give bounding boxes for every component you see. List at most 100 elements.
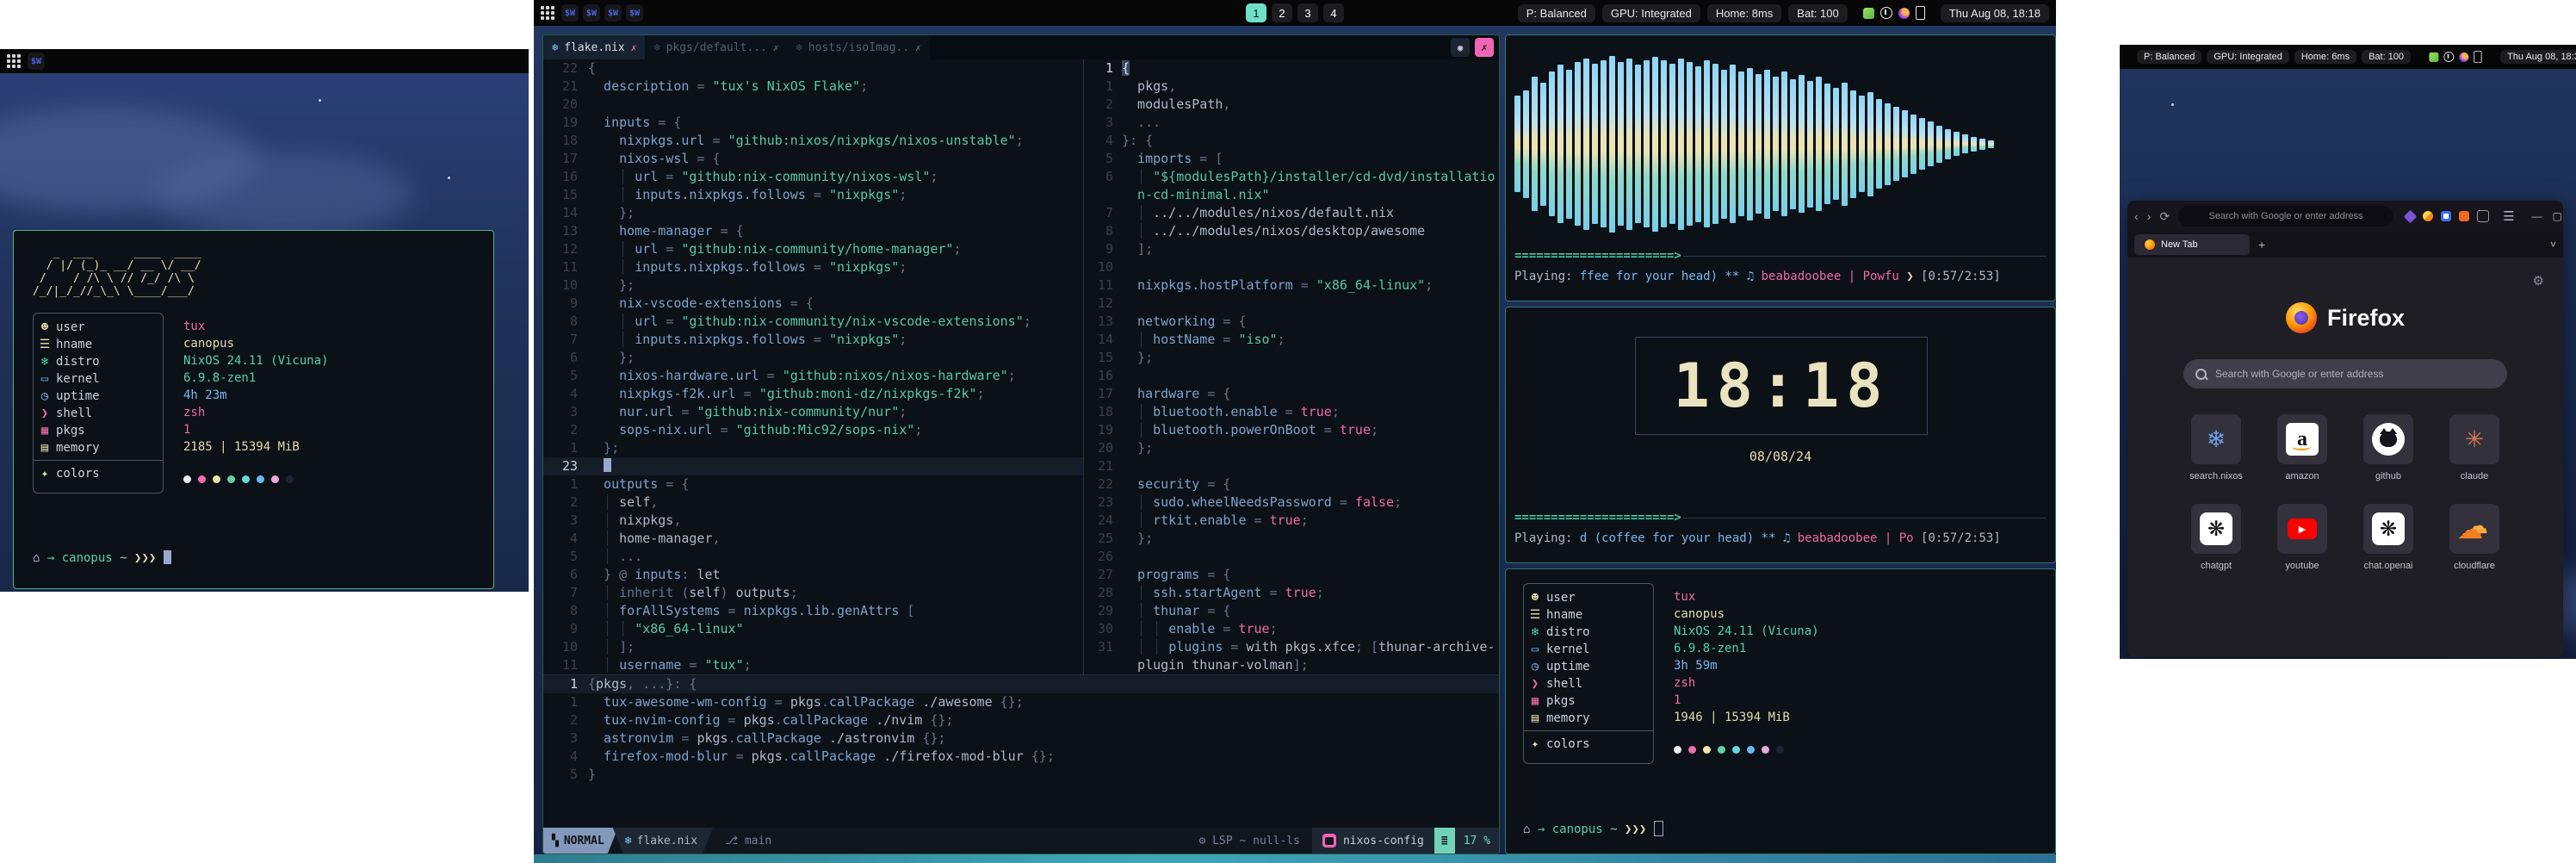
shortcut-chatgpt[interactable]: ❋chatgpt: [2179, 504, 2253, 571]
menu-button[interactable]: ☰: [2503, 208, 2514, 224]
firefox-tab-bar: New Tab + ˅: [2127, 232, 2563, 258]
distro-icon: ❄: [34, 353, 56, 370]
workspace-2[interactable]: 2: [1272, 3, 1292, 22]
tray-sprite-icon[interactable]: [2429, 52, 2438, 61]
editor-pane-flake[interactable]: 22{21 description = "tux's NixOS Flake";…: [543, 59, 1083, 674]
window-task-icon[interactable]: $W: [28, 53, 45, 70]
launcher-grid-icon[interactable]: [2127, 51, 2129, 63]
maximize-button[interactable]: ▢: [2553, 210, 2562, 222]
minimize-button[interactable]: —: [2532, 210, 2542, 222]
editor-pane-pkgs[interactable]: 1{pkgs, ...}: {1 tux-awesome-wm-config =…: [543, 675, 1499, 828]
code-line: 6 │ "${modulesPath}/installer/cd-dvd/ins…: [1084, 168, 1499, 186]
buffer-tab-pkgs/default...[interactable]: ❄pkgs/default...✗: [645, 35, 787, 59]
code-line: 22 security = {: [1084, 475, 1499, 494]
buffer-tab-hosts/isoImag..[interactable]: ❄hosts/isoImag..✗: [788, 35, 930, 59]
workspace-1[interactable]: 1: [1246, 3, 1266, 22]
buffer-pick-button[interactable]: ◉: [1451, 38, 1470, 57]
left-terminal-window[interactable]: _ ___ ____ ____ / |/ (_)_ __/ __ \/ __/ …: [13, 230, 494, 589]
code-line: 1 outputs = {: [543, 475, 1083, 494]
shortcut-claude[interactable]: ✳claude: [2437, 414, 2511, 481]
github-icon: [2363, 414, 2413, 464]
shortcut-amazon[interactable]: aamazon: [2265, 414, 2339, 481]
close-tab-icon[interactable]: ✗: [773, 42, 779, 53]
forward-button[interactable]: ›: [2147, 209, 2152, 223]
tab-new-tab[interactable]: New Tab: [2134, 234, 2250, 255]
window-task-icon[interactable]: $W: [583, 4, 600, 22]
system-tray[interactable]: [2429, 51, 2481, 63]
system-tray[interactable]: [1863, 6, 1925, 20]
code-line: 20: [543, 96, 1083, 114]
bluetooth-icon[interactable]: [2443, 52, 2454, 62]
code-line: 19 │ bluetooth.powerOnBoot = true;: [1084, 421, 1499, 439]
code-line: 11 │ inputs.nixpkgs.follows = "nixpkgs";: [543, 258, 1083, 276]
workspace-4[interactable]: 4: [1323, 3, 1344, 22]
launcher-grid-icon[interactable]: [7, 54, 21, 68]
close-tab-icon[interactable]: ✗: [915, 42, 921, 53]
mode-indicator: ▚NORMAL: [543, 828, 618, 854]
bluetooth-icon[interactable]: [1880, 7, 1892, 19]
clock-terminal-window[interactable]: 18:18 08/08/24 ======================> P…: [1505, 307, 2056, 563]
neovim-window[interactable]: ❄flake.nix✗❄pkgs/default...✗❄hosts/isoIm…: [542, 34, 1500, 854]
shell-prompt[interactable]: ⌂ → canopus ~ ❯❯❯: [33, 551, 171, 565]
extension-icon-violet[interactable]: [2404, 209, 2418, 223]
clock-widget: Thu Aug 08, 18:39: [2500, 50, 2576, 64]
firefox-window[interactable]: ‹ › ⟳ Search with Google or enter addres…: [2127, 201, 2563, 657]
shortcut-cloudflare[interactable]: cloudflare: [2437, 504, 2511, 571]
code-line: 1{pkgs, ...}: {: [543, 675, 1499, 693]
shell-prompt[interactable]: ⌂ → canopus ~ ❯❯❯: [1523, 823, 1663, 836]
newtab-search-input[interactable]: Search with Google or enter address: [2183, 359, 2507, 388]
tray-app-icon[interactable]: [1898, 8, 1910, 19]
extension-icon-orange[interactable]: [2459, 211, 2469, 221]
tab-list-chevron[interactable]: ˅: [2550, 239, 2556, 251]
tty-clock: 18:18: [1635, 337, 1928, 435]
center-monitor: $W$W$W$W 1234 P: BalancedGPU: Integrated…: [534, 0, 2056, 863]
hname-icon: ☰: [34, 336, 56, 353]
cursor: [164, 550, 171, 564]
extension-icon-blue[interactable]: [2441, 211, 2451, 221]
code-line: 3 │ nixpkgs,: [543, 512, 1083, 530]
search-icon: [2195, 369, 2207, 380]
editor-pane-iso[interactable]: 1{1 pkgs,2 modulesPath,3 ...4}: {5 impor…: [1084, 59, 1499, 674]
bar-module: Home: 6ms: [2294, 50, 2356, 64]
reload-button[interactable]: ⟳: [2159, 209, 2170, 224]
code-line: 1 pkgs,: [1084, 78, 1499, 96]
fetch-terminal-window[interactable]: ☻user☰hname❄distro▭kernel◷uptime❯shell▦p…: [1505, 568, 2056, 854]
code-line: 13 home-manager = {: [543, 222, 1083, 240]
code-line: 25 };: [1084, 530, 1499, 548]
shortcut-label: github: [2375, 471, 2401, 481]
code-line: 4 │ home-manager,: [543, 530, 1083, 548]
shortcut-chat.openai[interactable]: ❋chat.openai: [2351, 504, 2425, 571]
new-tab-button[interactable]: +: [2258, 238, 2265, 251]
code-line: 13 networking = {: [1084, 313, 1499, 331]
tray-app-icon[interactable]: [2459, 52, 2468, 61]
code-line: 22{: [543, 59, 1083, 78]
shortcut-youtube[interactable]: ▶youtube: [2265, 504, 2339, 571]
code-line: 2 sops-nix.url = "github:Mic92/sops-nix"…: [543, 421, 1083, 439]
shortcut-github[interactable]: github: [2351, 414, 2425, 481]
window-task-icon[interactable]: $W: [561, 4, 579, 22]
code-line: 1 tux-awesome-wm-config = pkgs.callPacka…: [543, 693, 1499, 711]
right-top-bar: P: BalancedGPU: IntegratedHome: 6msBat: …: [2120, 45, 2576, 69]
extension-icon-darkreader[interactable]: [2423, 211, 2433, 221]
code-line: 18 nixpkgs.url = "github:nixos/nixpkgs/n…: [543, 132, 1083, 150]
code-line: 10 │ ];: [543, 638, 1083, 656]
window-task-icon[interactable]: $W: [604, 4, 622, 22]
buffer-tab-flake.nix[interactable]: ❄flake.nix✗: [543, 35, 645, 59]
close-tab-icon[interactable]: ✗: [631, 42, 637, 53]
shortcut-search.nixos[interactable]: ❄search.nixos: [2179, 414, 2253, 481]
phone-connect-icon[interactable]: [2474, 51, 2481, 63]
window-task-icon[interactable]: $W: [626, 4, 643, 22]
back-button[interactable]: ‹: [2134, 209, 2139, 223]
personalize-gear-icon[interactable]: ⚙: [2533, 273, 2544, 289]
distro-icon: ❄: [1524, 624, 1546, 641]
launcher-grid-icon[interactable]: [541, 6, 554, 20]
extensions-puzzle-icon[interactable]: [2477, 210, 2489, 222]
buffer-close-button[interactable]: ✗: [1475, 38, 1494, 57]
code-line: 9 nix-vscode-extensions = {: [543, 295, 1083, 313]
tray-sprite-icon[interactable]: [1863, 8, 1874, 19]
workspace-3[interactable]: 3: [1297, 3, 1318, 22]
code-line: plugin thunar-volman];: [1084, 656, 1499, 674]
cava-terminal-window[interactable]: ======================> Playing: ffee fo…: [1505, 34, 2056, 301]
phone-connect-icon[interactable]: [1916, 6, 1925, 20]
url-bar[interactable]: Search with Google or enter address: [2178, 206, 2393, 227]
